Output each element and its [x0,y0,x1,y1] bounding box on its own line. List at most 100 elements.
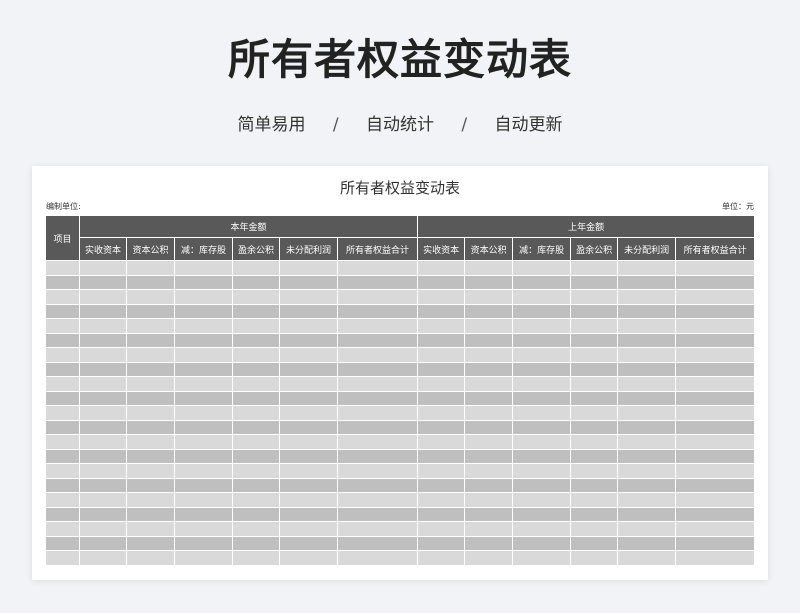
amount-cell[interactable] [617,347,677,363]
amount-cell[interactable] [417,434,466,450]
amount-cell[interactable] [126,332,175,348]
amount-cell[interactable] [417,405,466,421]
amount-cell[interactable] [675,289,756,305]
amount-cell[interactable] [464,347,514,363]
amount-cell[interactable] [336,434,419,450]
amount-cell[interactable] [336,521,419,537]
amount-cell[interactable] [232,434,280,450]
item-cell[interactable] [45,434,80,450]
amount-cell[interactable] [675,390,756,406]
amount-cell[interactable] [512,289,572,305]
amount-cell[interactable] [464,303,514,319]
amount-cell[interactable] [417,332,466,348]
amount-cell[interactable] [279,274,338,290]
amount-cell[interactable] [279,448,338,464]
amount-cell[interactable] [79,521,127,537]
amount-cell[interactable] [617,332,677,348]
amount-cell[interactable] [417,289,466,305]
amount-cell[interactable] [279,289,338,305]
amount-cell[interactable] [464,361,514,377]
amount-cell[interactable] [174,419,233,435]
amount-cell[interactable] [675,434,756,450]
amount-cell[interactable] [279,521,338,537]
amount-cell[interactable] [126,274,175,290]
amount-cell[interactable] [279,376,338,392]
amount-cell[interactable] [417,535,466,551]
amount-cell[interactable] [512,419,572,435]
amount-cell[interactable] [675,318,756,334]
amount-cell[interactable] [79,463,127,479]
item-cell[interactable] [45,535,80,551]
amount-cell[interactable] [570,289,619,305]
amount-cell[interactable] [417,318,466,334]
amount-cell[interactable] [617,274,677,290]
amount-cell[interactable] [126,521,175,537]
item-cell[interactable] [45,390,80,406]
amount-cell[interactable] [79,318,127,334]
amount-cell[interactable] [174,390,233,406]
amount-cell[interactable] [675,274,756,290]
amount-cell[interactable] [617,506,677,522]
amount-cell[interactable] [126,434,175,450]
amount-cell[interactable] [570,535,619,551]
amount-cell[interactable] [279,506,338,522]
amount-cell[interactable] [417,448,466,464]
amount-cell[interactable] [512,405,572,421]
amount-cell[interactable] [675,448,756,464]
amount-cell[interactable] [336,448,419,464]
amount-cell[interactable] [675,405,756,421]
amount-cell[interactable] [570,419,619,435]
amount-cell[interactable] [617,419,677,435]
amount-cell[interactable] [464,376,514,392]
amount-cell[interactable] [417,463,466,479]
amount-cell[interactable] [512,332,572,348]
amount-cell[interactable] [279,492,338,508]
amount-cell[interactable] [174,274,233,290]
amount-cell[interactable] [336,477,419,493]
amount-cell[interactable] [126,550,175,566]
amount-cell[interactable] [232,477,280,493]
amount-cell[interactable] [79,535,127,551]
amount-cell[interactable] [279,463,338,479]
amount-cell[interactable] [336,274,419,290]
amount-cell[interactable] [79,376,127,392]
amount-cell[interactable] [79,419,127,435]
amount-cell[interactable] [79,274,127,290]
amount-cell[interactable] [570,550,619,566]
amount-cell[interactable] [512,477,572,493]
amount-cell[interactable] [126,448,175,464]
amount-cell[interactable] [512,390,572,406]
amount-cell[interactable] [675,347,756,363]
amount-cell[interactable] [279,535,338,551]
amount-cell[interactable] [279,477,338,493]
amount-cell[interactable] [512,376,572,392]
amount-cell[interactable] [79,303,127,319]
amount-cell[interactable] [232,347,280,363]
amount-cell[interactable] [336,347,419,363]
amount-cell[interactable] [232,274,280,290]
amount-cell[interactable] [512,318,572,334]
amount-cell[interactable] [417,521,466,537]
amount-cell[interactable] [174,448,233,464]
item-cell[interactable] [45,405,80,421]
amount-cell[interactable] [79,260,127,276]
amount-cell[interactable] [617,260,677,276]
amount-cell[interactable] [232,260,280,276]
amount-cell[interactable] [675,535,756,551]
amount-cell[interactable] [417,477,466,493]
amount-cell[interactable] [232,303,280,319]
amount-cell[interactable] [570,332,619,348]
amount-cell[interactable] [279,332,338,348]
amount-cell[interactable] [79,361,127,377]
amount-cell[interactable] [417,361,466,377]
amount-cell[interactable] [512,347,572,363]
amount-cell[interactable] [174,303,233,319]
amount-cell[interactable] [174,289,233,305]
item-cell[interactable] [45,289,80,305]
amount-cell[interactable] [232,332,280,348]
amount-cell[interactable] [675,463,756,479]
amount-cell[interactable] [464,550,514,566]
amount-cell[interactable] [512,535,572,551]
amount-cell[interactable] [232,535,280,551]
amount-cell[interactable] [464,419,514,435]
